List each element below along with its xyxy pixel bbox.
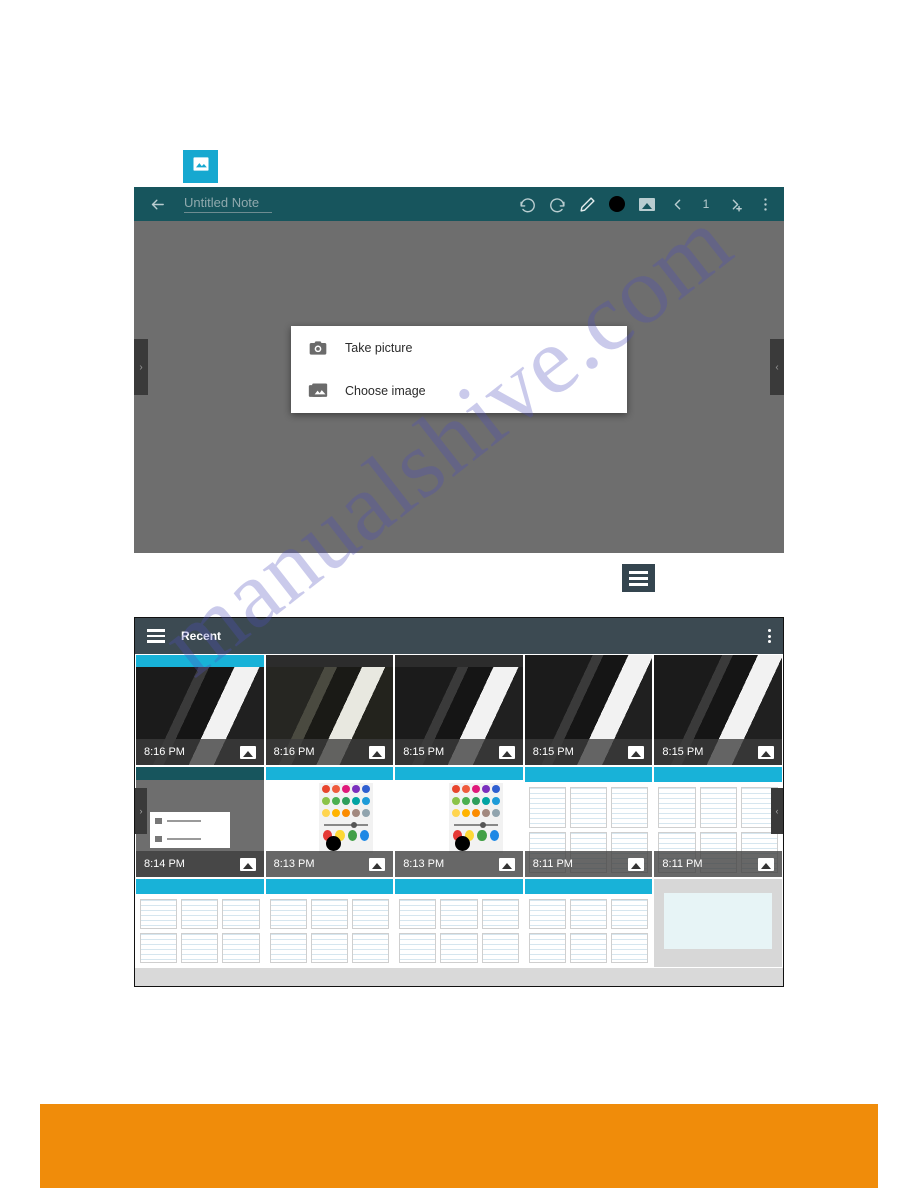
timestamp: 8:15 PM <box>532 746 574 758</box>
list-item[interactable]: 8:13 PM <box>265 767 394 877</box>
recent-files-grid: 8:16 PM 8:16 PM 8:15 PM 8:15 PM 8:15 PM … <box>135 654 783 968</box>
image-icon <box>757 857 774 871</box>
right-panel-handle[interactable]: ‹ <box>771 788 783 834</box>
list-item[interactable]: 8:16 PM <box>136 655 264 765</box>
take-picture-option[interactable]: Take picture <box>291 326 627 369</box>
color-swatch-icon[interactable] <box>602 187 632 221</box>
insert-image-dialog: Take picture Choose image <box>291 326 627 413</box>
list-item[interactable]: 8:11 PM <box>524 767 653 877</box>
photo-stack-icon <box>307 380 329 402</box>
timestamp: 8:16 PM <box>144 746 185 758</box>
chevron-left-icon[interactable] <box>662 187 692 221</box>
timestamp: 8:16 PM <box>273 746 315 758</box>
page-number-indicator: 1 <box>702 197 710 211</box>
thumbnail-footer: 8:14 PM <box>136 851 264 877</box>
footer-orange-bar <box>40 1104 878 1188</box>
camera-icon <box>307 337 329 359</box>
file-picker-screenshot: Recent › ‹ 8:16 PM 8:16 PM 8:15 PM 8:15 … <box>134 617 784 987</box>
image-icon <box>628 745 645 759</box>
timestamp: 8:13 PM <box>403 858 445 870</box>
thumbnail-preview <box>654 879 782 967</box>
image-tool-badge <box>183 150 218 183</box>
image-icon <box>498 857 515 871</box>
watermark-overlay: manualshive.com <box>0 0 918 1188</box>
thumbnail-footer: 8:13 PM <box>265 851 394 877</box>
timestamp: 8:11 PM <box>532 858 573 870</box>
overflow-menu-icon[interactable] <box>750 187 780 221</box>
take-picture-label: Take picture <box>345 340 413 355</box>
thumbnail-preview <box>524 879 653 967</box>
image-icon <box>239 745 256 759</box>
timestamp: 8:15 PM <box>662 746 704 758</box>
thumbnail-footer: 8:11 PM <box>654 851 782 877</box>
choose-image-option[interactable]: Choose image <box>291 369 627 412</box>
image-icon <box>369 857 386 871</box>
chevron-right-plus-icon[interactable] <box>720 187 750 221</box>
list-item[interactable] <box>136 879 264 967</box>
timestamp: 8:13 PM <box>273 858 315 870</box>
left-panel-handle[interactable]: › <box>135 788 147 834</box>
image-icon <box>757 745 774 759</box>
undo-icon[interactable] <box>512 187 542 221</box>
redo-icon[interactable] <box>542 187 572 221</box>
list-item[interactable]: 8:16 PM <box>265 655 394 765</box>
file-picker-toolbar: Recent <box>135 618 783 654</box>
note-editor-tool-group: 1 <box>512 187 780 221</box>
list-item[interactable] <box>654 879 782 967</box>
list-item[interactable]: 8:15 PM <box>524 655 653 765</box>
thumbnail-footer: 8:15 PM <box>395 739 523 765</box>
file-picker-title: Recent <box>181 629 222 643</box>
image-icon <box>239 857 256 871</box>
image-icon <box>369 745 386 759</box>
choose-image-label: Choose image <box>345 383 426 398</box>
thumbnail-footer: 8:16 PM <box>265 739 394 765</box>
overflow-menu-icon[interactable] <box>768 629 771 643</box>
right-panel-handle[interactable]: ‹ <box>770 339 784 395</box>
thumbnail-preview <box>136 879 264 967</box>
list-item[interactable] <box>395 879 523 967</box>
image-icon <box>628 857 645 871</box>
list-item[interactable]: 8:15 PM <box>395 655 523 765</box>
thumbnail-footer: 8:11 PM <box>524 851 653 877</box>
timestamp: 8:15 PM <box>403 746 445 758</box>
insert-image-icon[interactable] <box>632 187 662 221</box>
note-editor-toolbar: Untitled Note 1 <box>134 187 784 221</box>
thumbnail-footer: 8:15 PM <box>524 739 653 765</box>
timestamp: 8:14 PM <box>144 858 185 870</box>
hamburger-menu-icon[interactable] <box>147 629 165 643</box>
list-item[interactable]: 8:14 PM <box>136 767 264 877</box>
note-title-field[interactable]: Untitled Note <box>184 195 272 213</box>
left-panel-handle[interactable]: › <box>134 339 148 395</box>
list-item[interactable]: 8:11 PM <box>654 767 782 877</box>
list-item[interactable]: 8:15 PM <box>654 655 782 765</box>
image-icon <box>498 745 515 759</box>
thumbnail-footer: 8:13 PM <box>395 851 523 877</box>
thumbnail-footer: 8:16 PM <box>136 739 264 765</box>
list-item[interactable] <box>265 879 394 967</box>
list-item[interactable]: 8:13 PM <box>395 767 523 877</box>
timestamp: 8:11 PM <box>662 858 703 870</box>
note-editor-screenshot: Untitled Note 1 › ‹ Take picture Choose … <box>134 187 784 553</box>
list-item[interactable] <box>524 879 653 967</box>
thumbnail-preview <box>395 879 523 967</box>
hamburger-menu-icon <box>622 564 655 592</box>
thumbnail-preview <box>265 879 394 967</box>
image-icon <box>191 154 211 179</box>
pen-icon[interactable] <box>572 187 602 221</box>
thumbnail-footer: 8:15 PM <box>654 739 782 765</box>
back-arrow-icon[interactable] <box>142 187 172 221</box>
